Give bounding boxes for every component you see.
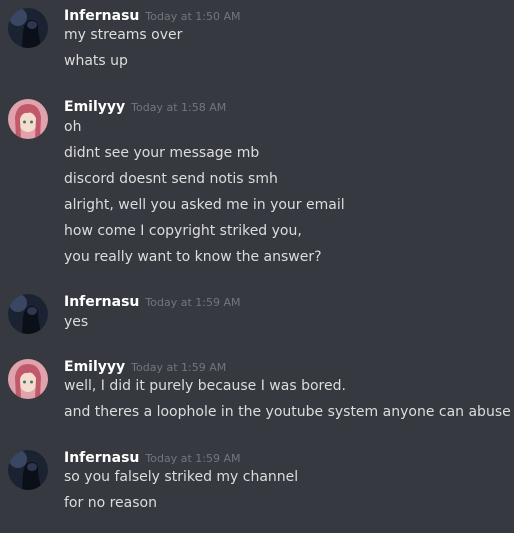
message-timestamp: Today at 1:58 AM [131, 101, 227, 114]
message-text: discord doesnt send notis smh [64, 171, 278, 187]
message-timestamp: Today at 1:50 AM [145, 10, 241, 23]
dark-figure-avatar-icon [8, 8, 48, 48]
message-text: oh [64, 119, 82, 135]
avatar[interactable] [8, 359, 48, 399]
author-name[interactable]: Infernasu [64, 294, 139, 310]
avatar[interactable] [8, 99, 48, 139]
message-text: for no reason [64, 495, 157, 511]
dark-figure-avatar-icon [8, 450, 48, 490]
message-text: didnt see your message mb [64, 145, 260, 161]
message-text: yes [64, 314, 89, 330]
message-header: Emilyyy Today at 1:58 AM [64, 95, 226, 117]
avatar[interactable] [8, 294, 48, 334]
pink-hair-anime-avatar-icon [8, 99, 48, 139]
message-header: Infernasu Today at 1:50 AM [64, 4, 240, 26]
pink-hair-anime-avatar-icon [8, 359, 48, 399]
message-header: Emilyyy Today at 1:59 AM [64, 355, 226, 377]
message-header: Infernasu Today at 1:59 AM [64, 446, 240, 468]
message-text: so you falsely striked my channel [64, 469, 299, 485]
author-name[interactable]: Emilyyy [64, 99, 125, 115]
avatar[interactable] [8, 450, 48, 490]
author-name[interactable]: Infernasu [64, 450, 139, 466]
message-text: how come I copyright striked you, [64, 223, 302, 239]
message-text: well, I did it purely because I was bore… [64, 378, 346, 394]
message-text: whats up [64, 53, 128, 69]
message-header: Infernasu Today at 1:59 AM [64, 290, 240, 312]
author-name[interactable]: Emilyyy [64, 359, 125, 375]
message-text: my streams over [64, 27, 183, 43]
message-text: you really want to know the answer? [64, 249, 322, 265]
message-timestamp: Today at 1:59 AM [145, 452, 241, 465]
message-text: and theres a loophole in the youtube sys… [64, 404, 511, 420]
avatar[interactable] [8, 8, 48, 48]
message-timestamp: Today at 1:59 AM [131, 361, 227, 374]
author-name[interactable]: Infernasu [64, 8, 139, 24]
dark-figure-avatar-icon [8, 294, 48, 334]
message-text: alright, well you asked me in your email [64, 197, 345, 213]
message-timestamp: Today at 1:59 AM [145, 296, 241, 309]
chat-message-list: Infernasu Today at 1:50 AM my streams ove… [0, 0, 514, 533]
